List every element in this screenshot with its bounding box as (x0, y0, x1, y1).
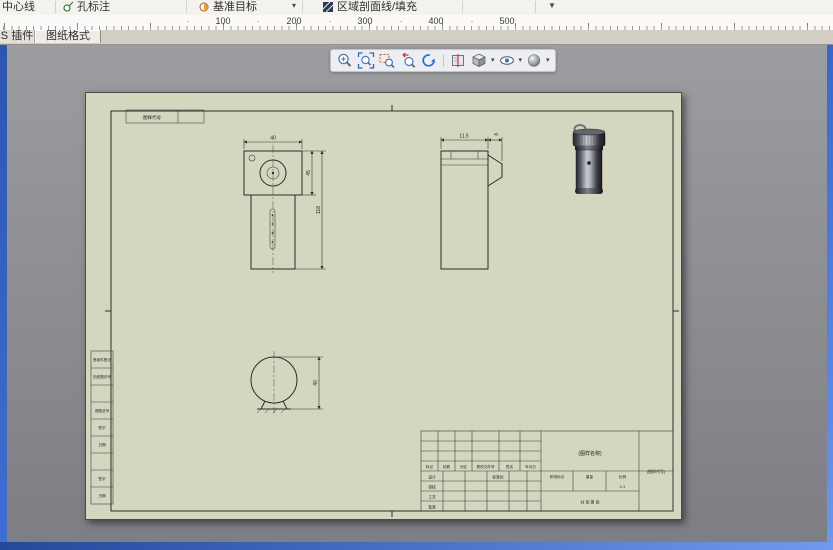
hide-show-items-chevron-icon[interactable]: ▾ (519, 52, 523, 69)
hide-show-items-eye-icon[interactable] (498, 52, 516, 69)
dim-sphere-height: 40 (313, 380, 319, 386)
ruler-dot: · (400, 16, 403, 26)
front-view[interactable]: 40 45 118 (244, 136, 326, 274)
scale-value: 1:1 (620, 484, 626, 489)
rev-header-cell: 标记 (426, 464, 434, 469)
window-frame-right (827, 44, 833, 550)
rev-header-cell: 分区 (460, 464, 468, 469)
hole-callout-icon (62, 1, 74, 13)
side-view[interactable]: 11.5 45 (441, 132, 502, 270)
view-orientation-chevron-icon[interactable]: ▾ (491, 52, 495, 69)
toolbar-item-area-hatch[interactable]: 区域剖面线/填充 (322, 0, 417, 14)
display-style-chevron-icon[interactable]: ▾ (546, 52, 550, 69)
corner-label-box: 图样代号 (126, 110, 204, 123)
sig-label: 批准 (428, 505, 436, 510)
previous-view-icon[interactable] (399, 52, 417, 69)
window-frame-left (0, 44, 7, 550)
heads-up-view-toolbar: ▾ ▾ ▾ (330, 49, 556, 72)
toolbar-overflow-chevron-icon[interactable]: ▼ (548, 1, 556, 10)
isometric-3d-view[interactable] (573, 125, 605, 194)
title-block: 标记 处数 分区 更改文件号 签名 年月日 设计 审核 工艺 批准 标准化 阶段… (421, 431, 673, 511)
zoom-to-area-icon[interactable] (378, 52, 396, 69)
toolbar-item-label: 区域剖面线/填充 (337, 0, 417, 14)
sig-label: 设计 (428, 475, 436, 480)
dim-side-width: 11.5 (459, 134, 469, 140)
toolbar-separator (462, 1, 463, 13)
scale-label: 比例 (619, 474, 627, 479)
drawing-name: (图样名称) (578, 450, 602, 457)
ruler-dot: · (329, 16, 332, 26)
standardization-label: 标准化 (492, 475, 504, 480)
tab-sheet-format-label: 图纸格式 (46, 30, 90, 42)
sig-label: 工艺 (428, 495, 436, 500)
tab-addins[interactable]: S 插件 (0, 30, 35, 43)
dim-side-cone: 45 (494, 132, 499, 137)
sheet-count: 共 张 第 张 (580, 499, 599, 505)
view-orientation-cube-icon[interactable] (470, 52, 488, 69)
drawing-sheet[interactable]: 图样代号 40 45 (85, 92, 682, 520)
annotation-toolbar: 中心线 孔标注 基准目标 ▾ 区域剖面线/填充 ▼ (0, 0, 833, 16)
toolbar-separator (55, 1, 56, 13)
tab-sheet-format[interactable]: 图纸格式 (35, 30, 101, 43)
sheet-tabs-bar: S 插件 图纸格式 (0, 30, 833, 45)
ruler-mark-300: 300 (357, 16, 372, 26)
left-table-row: 日期 (98, 493, 106, 498)
corner-label: 图样代号 (143, 114, 161, 121)
display-style-sphere-icon[interactable] (525, 52, 543, 69)
hud-separator (443, 54, 444, 67)
left-table-row: 签字 (98, 425, 106, 430)
left-table-row: 底图总号 (95, 408, 110, 413)
ruler-dot: · (257, 16, 260, 26)
toolbar-item-hole-callout[interactable]: 孔标注 (62, 0, 110, 14)
dim-front-head-height: 45 (306, 170, 312, 176)
sphere-view[interactable]: 40 (251, 351, 323, 413)
toolbar-item-datum-target[interactable]: 基准目标 (198, 0, 257, 14)
ruler-dot: · (471, 16, 474, 26)
toolbar-separator (186, 1, 187, 13)
section-view-icon[interactable] (449, 52, 467, 69)
sig-label: 审核 (428, 485, 436, 490)
horizontal-ruler: · 100 · 200 · 300 · 400 · 500 (0, 15, 833, 31)
rev-header-cell: 处数 (443, 464, 451, 469)
toolbar-item-label: 中心线 (2, 0, 35, 14)
dim-front-width: 40 (270, 136, 276, 142)
dim-front-total-height: 118 (316, 206, 322, 214)
toolbar-item-label: 孔标注 (77, 0, 110, 14)
left-table-row: 旧底图总号 (93, 374, 111, 379)
ruler-mark-100: 100 (215, 16, 230, 26)
sheet-linework: 图样代号 40 45 (86, 93, 681, 519)
left-table-row: 签字 (98, 476, 106, 481)
left-margin-table: 借用件登记 旧底图总号 底图总号 签字 日期 签字 日期 (91, 351, 113, 504)
left-table-row: 借用件登记 (93, 357, 111, 362)
rev-header-cell: 签名 (506, 464, 514, 469)
rev-header-cell: 更改文件号 (477, 464, 495, 469)
toolbar-item-centerline[interactable]: 中心线 (2, 0, 35, 14)
area-hatch-icon (322, 1, 334, 13)
ruler-mark-400: 400 (428, 16, 443, 26)
drawing-code: (图样代号) (647, 468, 666, 474)
window-frame-bottom (0, 542, 833, 550)
rotate-view-icon[interactable] (420, 52, 438, 69)
flyout-chevron-icon[interactable]: ▾ (292, 1, 296, 10)
toolbar-item-label: 基准目标 (213, 0, 257, 14)
ruler-mark-500: 500 (499, 16, 514, 26)
zoom-to-fit-icon[interactable] (357, 52, 375, 69)
ruler-mark-200: 200 (286, 16, 301, 26)
weight-label: 重量 (586, 474, 594, 479)
left-table-row: 日期 (98, 442, 106, 447)
datum-target-icon (198, 1, 210, 13)
toolbar-separator (302, 1, 303, 13)
toolbar-separator (535, 1, 536, 13)
tab-addins-label: S 插件 (1, 30, 33, 42)
rev-header-cell: 年月日 (525, 464, 536, 469)
ruler-dot: · (187, 16, 190, 26)
stage-label: 阶段标记 (550, 474, 565, 479)
zoom-in-out-icon[interactable] (336, 52, 354, 69)
